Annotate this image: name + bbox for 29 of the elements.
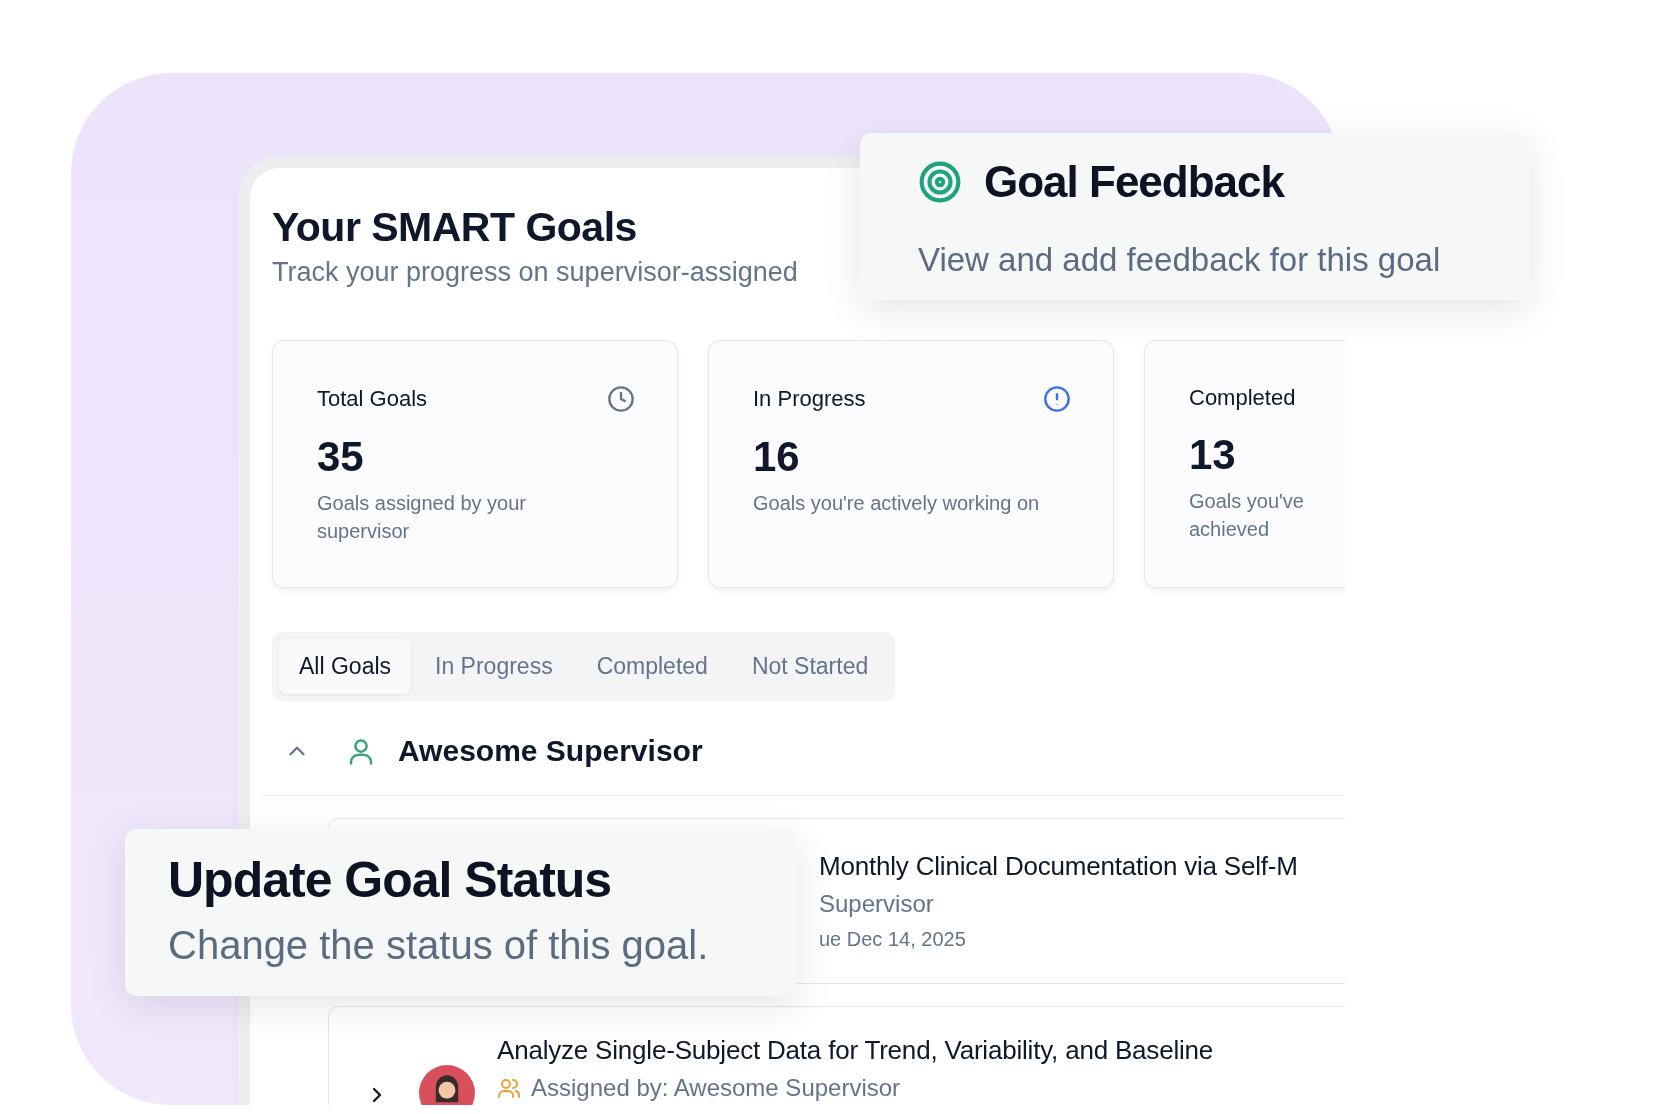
filter-tab[interactable]: Not Started	[731, 639, 889, 694]
stat-description: Goals you're actively working on	[753, 491, 1041, 516]
assigned-by: Assigned by: Awesome Supervisor	[531, 1074, 901, 1102]
filter-tab[interactable]: In Progress	[415, 639, 573, 694]
goal-title: Monthly Clinical Documentation via Self-M	[819, 851, 1298, 882]
stat-value: 16	[753, 433, 801, 481]
stat-label: Total Goals	[317, 386, 428, 412]
stat-description: Goals assigned by your supervisor	[317, 491, 527, 544]
page-title: Your SMART Goals	[272, 204, 637, 251]
page-subtitle: Track your progress on supervisor-assigned	[272, 257, 798, 288]
clock-icon	[607, 385, 635, 413]
target-icon	[918, 160, 962, 204]
goal-card[interactable]: Analyze Single-Subject Data for Trend, Variability, and Baseline Assigned by: Awesome Supervisor	[328, 1006, 1345, 1105]
supervisor-name: Awesome Supervisor	[398, 734, 703, 768]
alert-icon	[1043, 385, 1071, 413]
users-icon	[497, 1076, 521, 1100]
filter-tab[interactable]: Completed	[576, 639, 728, 694]
stat-description: Goals you've achieved	[1189, 489, 1305, 542]
stat-label: Completed	[1189, 385, 1296, 411]
filter-tab[interactable]: All Goals	[279, 639, 412, 694]
callout-subtitle: View and add feedback for this goal	[918, 241, 1441, 279]
callout-title: Goal Feedback	[984, 157, 1284, 207]
goal-title: Analyze Single-Subject Data for Trend, Variability, and Baseline	[497, 1035, 1214, 1066]
due-date: ue Dec 14, 2025	[819, 928, 967, 951]
stat-value: 13	[1189, 431, 1237, 479]
assigned-by: Supervisor	[819, 890, 935, 918]
stat-value: 35	[317, 433, 365, 481]
stat-label: In Progress	[753, 386, 866, 412]
avatar-icon	[419, 1065, 475, 1105]
